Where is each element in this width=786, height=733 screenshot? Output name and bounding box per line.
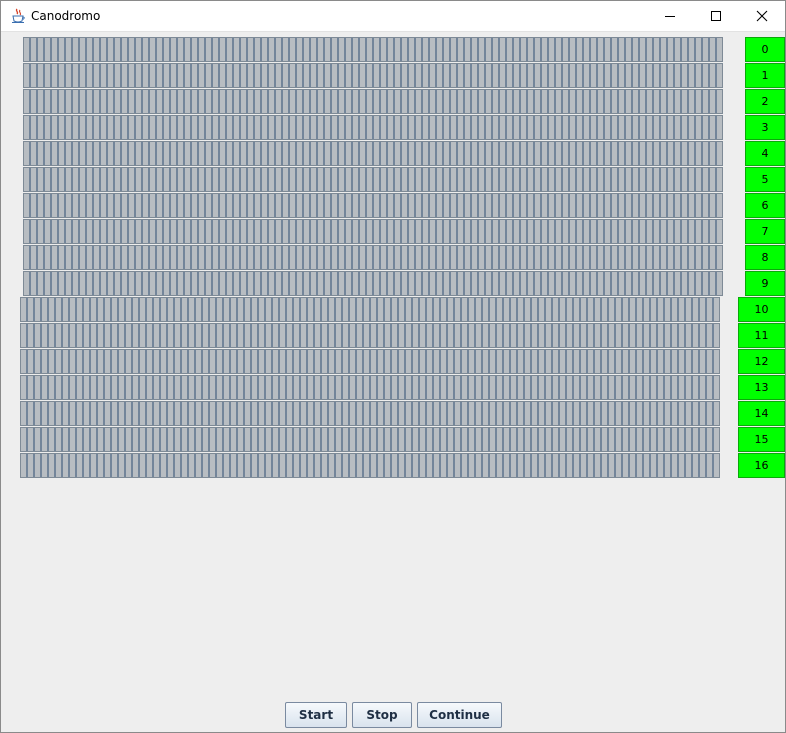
lane-number-box: 8	[745, 245, 785, 270]
lane-track	[23, 245, 723, 270]
lane-number-box: 6	[745, 193, 785, 218]
java-cup-icon	[10, 8, 26, 24]
lane-track	[23, 193, 723, 218]
lane-number-box: 7	[745, 219, 785, 244]
lane-number-box: 13	[738, 375, 785, 400]
lane-track	[23, 115, 723, 140]
lane-track	[23, 219, 723, 244]
minimize-icon	[664, 7, 676, 26]
maximize-button[interactable]	[693, 1, 739, 31]
lane-number-box: 16	[738, 453, 785, 478]
lane-track	[23, 141, 723, 166]
app-window: Canodromo 0 1 2 3 4 5 6 7 8 9 10 11 12 13 14 15 16 Start…	[0, 0, 786, 733]
lane-track	[20, 349, 720, 374]
maximize-icon	[710, 7, 722, 26]
lane-number-box: 12	[738, 349, 785, 374]
lane-track	[23, 89, 723, 114]
lane-track	[20, 401, 720, 426]
lane-number-box: 15	[738, 427, 785, 452]
lane-number-box: 5	[745, 167, 785, 192]
lane-number-box: 2	[745, 89, 785, 114]
continue-button[interactable]: Continue	[417, 702, 502, 728]
stop-button[interactable]: Stop	[352, 702, 412, 728]
lane-number-box: 0	[745, 37, 785, 62]
lane-track	[23, 37, 723, 62]
lane-number-box: 4	[745, 141, 785, 166]
lane-track	[23, 167, 723, 192]
lane-number-box: 14	[738, 401, 785, 426]
start-button[interactable]: Start	[285, 702, 347, 728]
lane-track	[20, 453, 720, 478]
window-title: Canodromo	[31, 9, 101, 23]
lane-track	[20, 323, 720, 348]
lane-number-box: 9	[745, 271, 785, 296]
minimize-button[interactable]	[647, 1, 693, 31]
lane-track	[23, 63, 723, 88]
close-button[interactable]	[739, 1, 785, 31]
title-bar[interactable]: Canodromo	[1, 1, 785, 32]
lane-track	[20, 427, 720, 452]
lane-track	[23, 271, 723, 296]
lane-track	[20, 297, 720, 322]
lane-number-box: 11	[738, 323, 785, 348]
close-icon	[756, 7, 768, 26]
lane-number-box: 10	[738, 297, 785, 322]
lane-number-box: 1	[745, 63, 785, 88]
lane-track	[20, 375, 720, 400]
lane-number-box: 3	[745, 115, 785, 140]
